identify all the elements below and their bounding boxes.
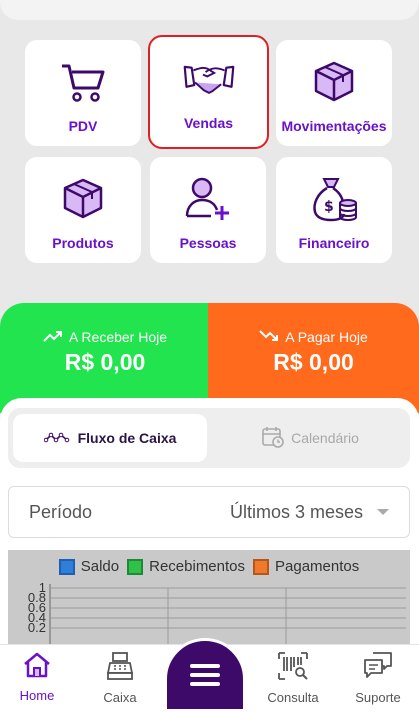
chart-plot: 10.80.60.40.2: [28, 580, 406, 650]
payable-value: R$ 0,00: [273, 349, 354, 375]
chevron-down-icon: [377, 509, 389, 515]
tab-label: Fluxo de Caixa: [77, 430, 177, 446]
cash-register-icon: [105, 651, 135, 684]
nav-label: Suporte: [355, 690, 401, 705]
tab-calendario[interactable]: Calendário: [214, 414, 406, 462]
tile-label: Vendas: [183, 115, 234, 131]
calendar-clock-icon: [261, 425, 285, 452]
person-add-icon: [182, 175, 234, 223]
payable-today-card[interactable]: A Pagar Hoje R$ 0,00: [208, 303, 419, 413]
home-icon: [22, 651, 52, 682]
period-select[interactable]: Período Últimos 3 meses: [8, 486, 410, 538]
menu-button[interactable]: [164, 638, 246, 712]
tile-label: Produtos: [52, 235, 114, 251]
period-value-wrap: Últimos 3 meses: [230, 502, 389, 523]
receivable-value: R$ 0,00: [64, 349, 146, 375]
nav-home[interactable]: Home: [0, 651, 77, 703]
tab-fluxo-de-caixa[interactable]: Fluxo de Caixa: [13, 414, 207, 462]
nav-caixa[interactable]: Caixa: [80, 651, 160, 705]
menu-icon: [190, 659, 220, 691]
tile-pessoas[interactable]: Pessoas: [150, 157, 266, 263]
tile-label: Financeiro: [298, 235, 370, 251]
payable-caption: A Pagar Hoje: [208, 329, 419, 345]
menu-grid: PDV Vendas Movimentações Produtos Pessoa…: [0, 0, 419, 310]
tile-label: Pessoas: [179, 235, 237, 251]
box-icon: [308, 58, 360, 106]
handshake-icon: [183, 55, 235, 103]
chat-bubbles-icon: [362, 651, 394, 684]
y-tick-label: 0.2: [28, 620, 46, 635]
period-label: Período: [29, 501, 93, 522]
tile-label: PDV: [68, 118, 98, 134]
trend-up-icon: [43, 329, 63, 345]
tile-movimentacoes[interactable]: Movimentações: [276, 40, 392, 146]
tile-vendas[interactable]: Vendas: [148, 35, 269, 149]
receivable-label: A Receber Hoje: [68, 329, 168, 345]
payable-label: A Pagar Hoje: [285, 329, 368, 345]
nav-label: Caixa: [103, 690, 137, 705]
money-bag-icon: $: [308, 175, 360, 223]
barcode-search-icon: [277, 651, 309, 684]
cashflow-chart: Saldo Recebimentos Pagamentos 1 0.8 0.6 0.4…: [8, 550, 410, 650]
top-strip: [0, 0, 419, 20]
nav-label: Home: [19, 688, 55, 703]
cart-icon: [57, 58, 109, 106]
tab-label: Calendário: [291, 430, 359, 446]
tile-label: Movimentações: [281, 118, 387, 134]
trend-down-icon: [259, 329, 279, 345]
tile-financeiro[interactable]: $ Financeiro: [276, 157, 392, 263]
nav-consulta[interactable]: Consulta: [253, 651, 333, 705]
receivable-today-card[interactable]: A Receber Hoje R$ 0,00: [0, 303, 210, 413]
view-tabs: Fluxo de Caixa Calendário: [8, 408, 410, 468]
nav-suporte[interactable]: Suporte: [338, 651, 418, 705]
tile-pdv[interactable]: PDV: [25, 40, 141, 146]
period-value: Últimos 3 meses: [229, 501, 363, 522]
tile-produtos[interactable]: Produtos: [25, 157, 141, 263]
receivable-caption: A Receber Hoje: [0, 329, 210, 345]
box-icon: [57, 175, 109, 223]
line-chart-icon: [43, 430, 70, 446]
svg-text:$: $: [324, 199, 334, 215]
nav-label: Consulta: [267, 690, 319, 705]
